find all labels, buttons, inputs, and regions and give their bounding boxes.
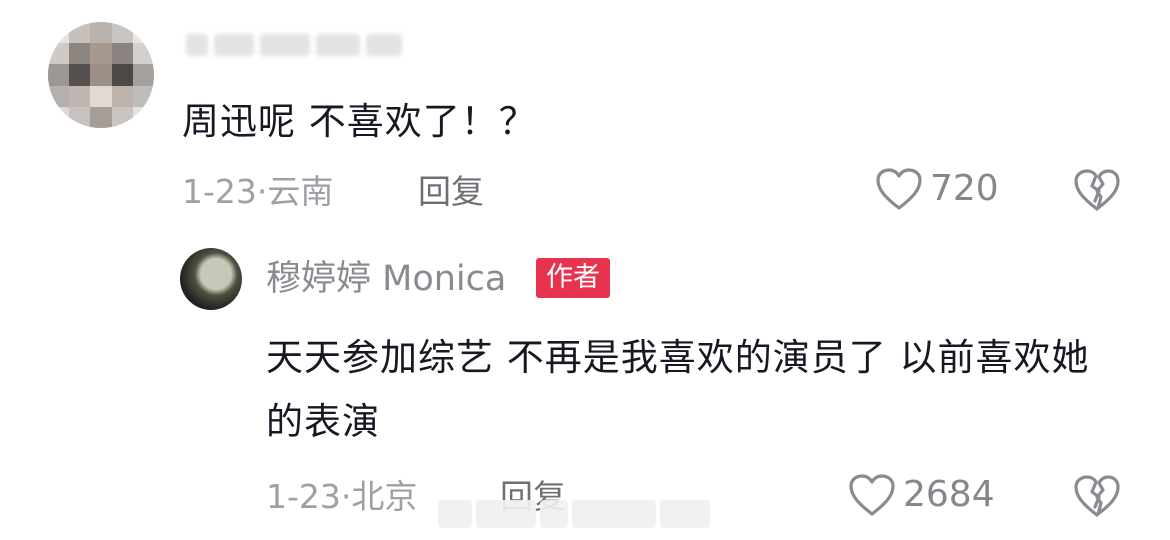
reply-button[interactable]: 回复 <box>418 170 484 214</box>
reply-date: 1-23 <box>266 477 341 516</box>
heart-outline-icon <box>849 474 895 516</box>
broken-heart-icon <box>1074 169 1120 211</box>
meta-separator: · <box>256 172 268 211</box>
like-button[interactable]: 2684 <box>847 472 995 518</box>
comment-date: 1-23 <box>182 172 257 211</box>
comment-location: 云南 <box>267 172 334 211</box>
like-button[interactable]: 720 <box>874 166 999 212</box>
reply-text: 天天参加综艺 不再是我喜欢的演员了 以前喜欢她的表演 <box>266 336 1090 443</box>
comment-text: 周迅呢 不喜欢了！？ <box>182 100 537 143</box>
like-count: 720 <box>930 168 999 209</box>
dislike-button[interactable] <box>1073 167 1121 217</box>
comment-meta: 1-23·云南 <box>182 170 333 214</box>
commenter-username-blurred <box>186 28 416 62</box>
author-avatar[interactable] <box>180 248 242 310</box>
author-username[interactable]: 穆婷婷 Monica <box>266 256 506 302</box>
heart-outline-icon <box>876 168 922 210</box>
broken-heart-icon <box>1074 475 1120 517</box>
author-badge: 作者 <box>536 258 610 298</box>
pixelated-avatar-image <box>48 22 154 128</box>
meta-separator: · <box>340 477 352 516</box>
like-count: 2684 <box>903 474 995 515</box>
reply-meta: 1-23·北京 <box>266 475 417 519</box>
reply-location: 北京 <box>351 477 418 516</box>
dislike-button[interactable] <box>1073 473 1121 523</box>
watermark-overlay <box>438 496 738 532</box>
commenter-avatar[interactable] <box>48 22 154 128</box>
